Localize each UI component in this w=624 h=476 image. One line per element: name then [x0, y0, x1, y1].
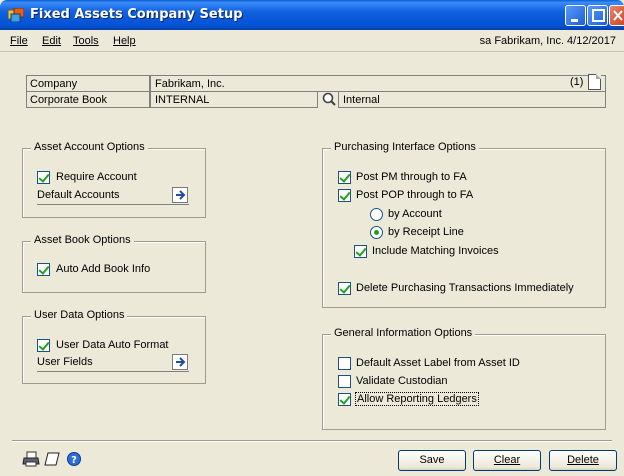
allow-reporting-ledgers-label: Allow Reporting Ledgers [355, 392, 479, 406]
arrow-right-icon [176, 190, 186, 200]
company-field: Fabrikam, Inc. [150, 75, 606, 92]
fixed-assets-window: Fixed Assets Company Setup File Edit Too… [0, 0, 624, 476]
menu-tools[interactable]: Tools [73, 35, 99, 47]
asset-account-options-title: Asset Account Options [31, 141, 148, 153]
maximize-icon [592, 9, 605, 22]
company-label: Company [26, 75, 150, 92]
note-icon[interactable] [588, 74, 601, 90]
help-icon[interactable]: ? [66, 451, 82, 467]
auto-add-book-info-checkbox[interactable] [37, 263, 50, 276]
post-pop-label: Post POP through to FA [356, 189, 474, 201]
title-bar: Fixed Assets Company Setup [0, 0, 624, 30]
user-data-auto-format-label: User Data Auto Format [56, 339, 169, 351]
arrow-right-icon [176, 357, 186, 367]
allow-reporting-ledgers-checkbox[interactable] [338, 393, 351, 406]
user-fields-label: User Fields [37, 356, 93, 368]
menu-bar: File Edit Tools Help sa Fabrikam, Inc. 4… [0, 30, 624, 52]
save-button[interactable]: Save [398, 450, 466, 471]
minimize-icon [571, 19, 578, 22]
close-icon [613, 10, 623, 21]
menu-edit[interactable]: Edit [42, 35, 61, 47]
bottom-divider [12, 440, 612, 442]
app-icon [8, 8, 24, 22]
menu-file[interactable]: File [10, 35, 28, 47]
include-matching-invoices-checkbox[interactable] [354, 245, 367, 258]
corporate-book-description: Internal [338, 91, 606, 108]
svg-text:?: ? [71, 455, 77, 466]
default-asset-label-checkbox[interactable] [338, 357, 351, 370]
maximize-button[interactable] [587, 5, 608, 26]
default-accounts-button[interactable] [172, 187, 188, 203]
by-receipt-line-radio[interactable] [370, 226, 383, 239]
post-pm-checkbox[interactable] [338, 171, 351, 184]
delete-purchasing-label: Delete Purchasing Transactions Immediate… [356, 282, 574, 294]
minimize-button[interactable] [565, 5, 586, 26]
save-button-label: Save [419, 454, 445, 466]
user-info: sa Fabrikam, Inc. 4/12/2017 [479, 35, 616, 47]
asset-book-options-title: Asset Book Options [31, 234, 134, 246]
by-account-label: by Account [388, 208, 442, 220]
corporate-book-value: INTERNAL [155, 94, 210, 106]
delete-button-label: Delete [567, 454, 599, 466]
include-matching-invoices-label: Include Matching Invoices [372, 245, 499, 257]
window-title: Fixed Assets Company Setup [30, 7, 243, 22]
company-count: (1) [570, 76, 584, 88]
by-account-radio[interactable] [370, 208, 383, 221]
general-information-options-title: General Information Options [331, 327, 476, 339]
validate-custodian-label: Validate Custodian [356, 375, 448, 387]
post-pop-checkbox[interactable] [338, 189, 351, 202]
validate-custodian-checkbox[interactable] [338, 375, 351, 388]
user-data-options-title: User Data Options [31, 309, 128, 321]
user-fields-button[interactable] [172, 354, 188, 370]
auto-add-book-info-label: Auto Add Book Info [56, 263, 151, 275]
user-data-auto-format-checkbox[interactable] [37, 339, 50, 352]
corporate-book-field[interactable]: INTERNAL [150, 91, 318, 108]
by-receipt-line-label: by Receipt Line [388, 226, 464, 238]
note-icon[interactable] [44, 451, 62, 467]
post-pm-label: Post PM through to FA [356, 171, 467, 183]
printer-icon[interactable] [22, 450, 40, 468]
lookup-icon[interactable] [321, 91, 337, 108]
user-fields-row: User Fields [37, 355, 189, 372]
clear-button-label: Clear [493, 454, 521, 466]
corporate-book-label: Corporate Book [26, 91, 150, 108]
close-button[interactable] [609, 5, 624, 26]
purchasing-interface-options-title: Purchasing Interface Options [331, 141, 479, 153]
menu-help[interactable]: Help [113, 35, 136, 47]
default-accounts-label: Default Accounts [37, 189, 120, 201]
corporate-book-desc-text: Internal [343, 94, 380, 106]
require-account-checkbox[interactable] [37, 171, 50, 184]
default-accounts-row: Default Accounts [37, 188, 189, 205]
default-asset-label-label: Default Asset Label from Asset ID [356, 357, 520, 369]
require-account-label: Require Account [56, 171, 137, 183]
delete-purchasing-checkbox[interactable] [338, 282, 351, 295]
company-value: Fabrikam, Inc. [155, 78, 225, 90]
delete-button[interactable]: Delete [549, 450, 617, 471]
clear-button[interactable]: Clear [473, 450, 541, 471]
